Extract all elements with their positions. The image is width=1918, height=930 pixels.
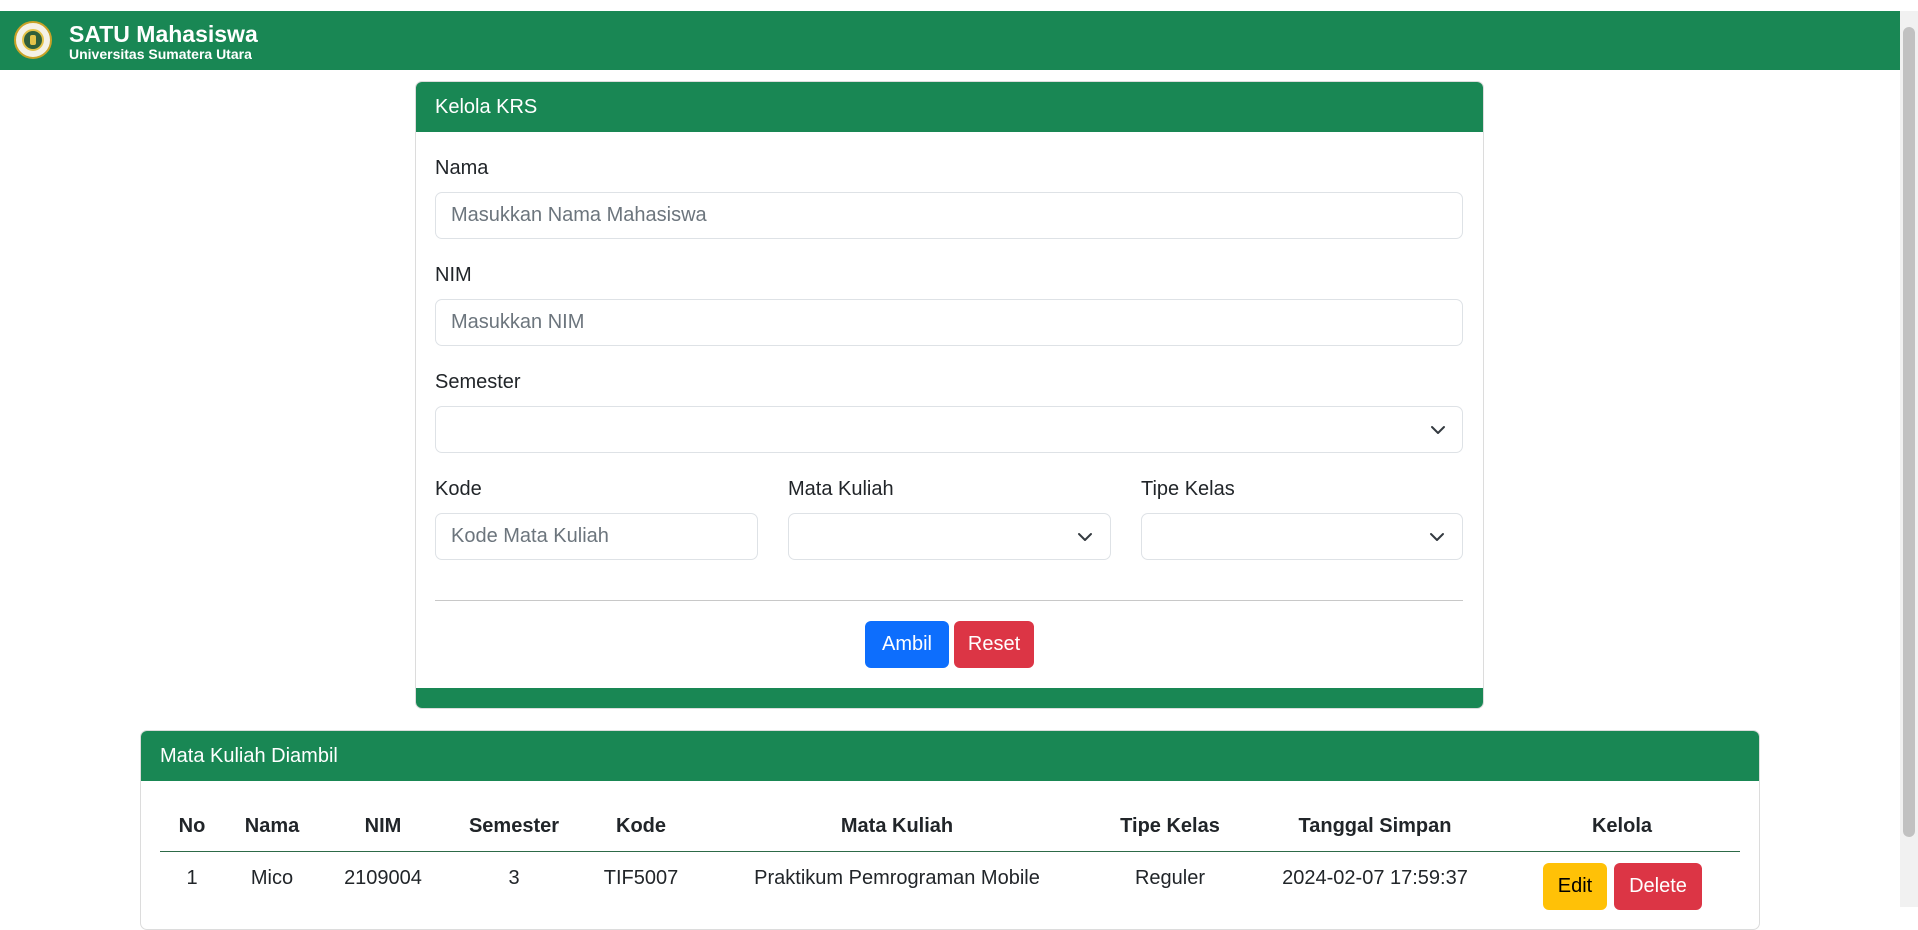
mata-kuliah-label: Mata Kuliah	[788, 478, 894, 500]
nama-label: Nama	[435, 157, 489, 179]
mata-kuliah-select[interactable]	[788, 513, 1111, 560]
column-header-mata-kuliah: Mata Kuliah	[840, 815, 954, 837]
window-top-strip	[0, 0, 1918, 11]
column-header-semester: Semester	[468, 815, 560, 837]
column-header-tanggal-simpan: Tanggal Simpan	[1298, 815, 1452, 837]
column-header-kode: Kode	[616, 815, 666, 837]
chevron-down-icon	[1430, 533, 1444, 541]
scrollbar-thumb[interactable]	[1903, 27, 1915, 837]
nim-label: NIM	[435, 264, 472, 286]
kelola-krs-header: Kelola KRS	[416, 82, 1483, 132]
tipe-kelas-select[interactable]	[1141, 513, 1463, 560]
kelola-krs-footer	[416, 688, 1483, 708]
column-header-tipe-kelas: Tipe Kelas	[1120, 815, 1220, 837]
page-scrollbar[interactable]	[1900, 11, 1918, 907]
column-header-nama: Nama	[244, 815, 300, 837]
cell-nim: 2109004	[344, 867, 422, 889]
chevron-down-icon	[1078, 533, 1092, 541]
cell-nama: Mico	[250, 867, 294, 889]
edit-button[interactable]: Edit	[1543, 863, 1607, 910]
table-header-divider	[160, 851, 1740, 852]
cell-tipe-kelas: Reguler	[1134, 867, 1206, 889]
column-header-no: No	[178, 815, 206, 837]
mata-kuliah-diambil-header: Mata Kuliah Diambil	[141, 731, 1759, 781]
column-header-kelola: Kelola	[1591, 815, 1653, 837]
chevron-down-icon	[1431, 426, 1445, 434]
form-divider	[435, 600, 1463, 601]
app-title[interactable]: SATU Mahasiswa	[69, 21, 258, 48]
app-subtitle: Universitas Sumatera Utara	[69, 46, 252, 62]
cell-semester: 3	[508, 867, 520, 889]
semester-select[interactable]	[435, 406, 1463, 453]
nim-input[interactable]	[435, 299, 1463, 346]
tipe-kelas-label: Tipe Kelas	[1141, 478, 1235, 500]
semester-label: Semester	[435, 371, 521, 393]
cell-no: 1	[186, 867, 198, 889]
top-navbar: SATU Mahasiswa Universitas Sumatera Utar…	[0, 11, 1900, 70]
nama-input[interactable]	[435, 192, 1463, 239]
column-header-nim: NIM	[364, 815, 402, 837]
cell-kode: TIF5007	[603, 867, 679, 889]
cell-mata-kuliah: Praktikum Pemrograman Mobile	[754, 867, 1040, 889]
cell-tanggal-simpan: 2024-02-07 17:59:37	[1282, 867, 1468, 889]
kelola-krs-card: Kelola KRS	[415, 81, 1484, 709]
ambil-button[interactable]: Ambil	[865, 621, 949, 668]
kode-label: Kode	[435, 478, 482, 500]
delete-button[interactable]: Delete	[1614, 863, 1702, 910]
university-seal-icon[interactable]	[14, 21, 52, 59]
kode-input[interactable]	[435, 513, 758, 560]
reset-button[interactable]: Reset	[954, 621, 1034, 668]
